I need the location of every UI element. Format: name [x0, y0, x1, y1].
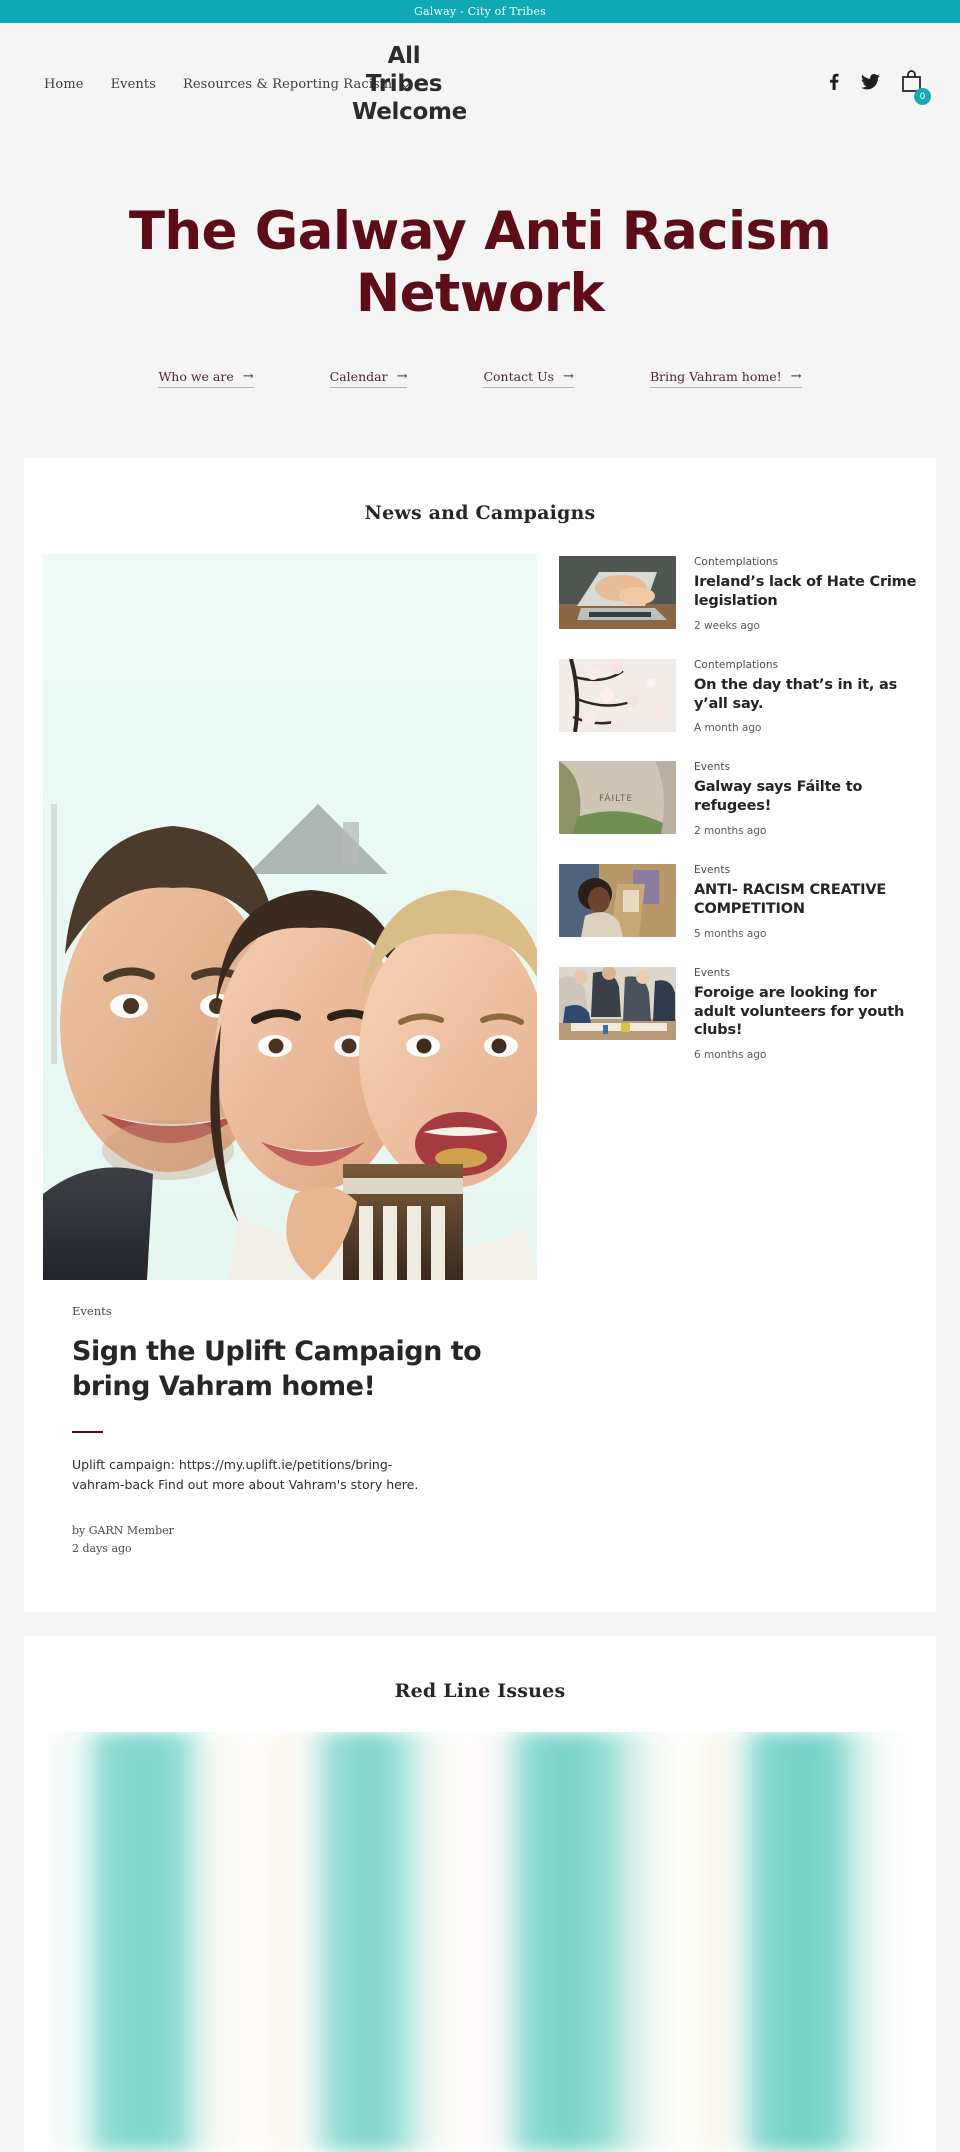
section-heading-news: News and Campaigns	[364, 502, 596, 524]
list-item-category: Events	[694, 761, 731, 774]
list-item-body: Events Galway says Fáilte to refugees! 2…	[694, 761, 917, 837]
list-item-time: A month ago	[694, 722, 762, 735]
featured-article-excerpt: Uplift campaign: https://my.uplift.ie/pe…	[72, 1457, 419, 1493]
arrow-right-icon: →	[396, 369, 408, 384]
list-item-body: Events Foroige are looking for adult vol…	[694, 967, 917, 1062]
list-item-category: Events	[694, 966, 731, 979]
gallery-cell[interactable]	[48, 1731, 264, 2152]
hero-link-contact-us-label: Contact Us	[483, 369, 555, 384]
list-item-time: 5 months ago	[694, 927, 767, 940]
list-item-time: 2 months ago	[694, 825, 767, 838]
thumbnail-image	[559, 556, 676, 629]
nav-item-events[interactable]: Events	[111, 77, 156, 92]
red-line-issues-section: Red Line Issues	[24, 1635, 936, 2152]
site-header: Home Events Resources & Reporting Racism…	[0, 23, 960, 145]
list-item-title: ANTI- RACISM CREATIVE COMPETITION	[694, 882, 887, 917]
list-item-category: Events	[694, 864, 731, 877]
nav-item-home[interactable]: Home	[44, 77, 84, 92]
featured-article: Events Sign the Uplift Campaign to bring…	[24, 1280, 936, 1558]
featured-article-image-column	[43, 554, 537, 1280]
list-item-body: Contemplations Ireland’s lack of Hate Cr…	[694, 556, 917, 632]
news-sidebar-list: Contemplations Ireland’s lack of Hate Cr…	[537, 554, 917, 1088]
title-divider	[72, 1431, 103, 1434]
hero-link-calendar[interactable]: Calendar →	[329, 369, 408, 388]
section-heading-red-line-issues: Red Line Issues	[394, 1679, 566, 1702]
list-item-title: On the day that’s in it, as y’all say.	[694, 676, 898, 712]
arrow-right-icon: →	[563, 369, 574, 384]
cart-button[interactable]: 0	[901, 70, 931, 105]
featured-article-category[interactable]: Events	[72, 1304, 892, 1318]
list-item-title: Foroige are looking for adult volunteers…	[694, 984, 905, 1039]
gallery-cell[interactable]	[696, 1731, 912, 2152]
hero-section: The Galway Anti Racism Network Who we ar…	[0, 145, 960, 458]
list-item-title: Galway says Fáilte to refugees!	[694, 779, 863, 815]
hero-quick-links: Who we are → Calendar → Contact Us → Bri…	[24, 369, 936, 388]
featured-article-time: 2 days ago	[72, 1541, 132, 1555]
list-item-category: Contemplations	[694, 556, 779, 568]
list-item[interactable]: FÁILTE Events Galway says Fáilte to refu…	[559, 761, 917, 837]
card-bottom-spacer	[24, 1558, 936, 1612]
hero-link-who-we-are[interactable]: Who we are →	[158, 369, 254, 388]
gallery-cell[interactable]	[480, 1731, 696, 2152]
list-item-time: 2 weeks ago	[694, 619, 760, 632]
news-and-campaigns-section: News and Campaigns Contemplations Irelan…	[24, 458, 936, 1612]
featured-article-title: Sign the Uplift Campaign to bring Vahram…	[72, 1336, 482, 1402]
list-item-body: Contemplations On the day that’s in it, …	[694, 659, 917, 735]
list-item[interactable]: Contemplations Ireland’s lack of Hate Cr…	[559, 556, 917, 632]
page-title: The Galway Anti Racism Network	[128, 201, 832, 324]
site-logo[interactable]: All Tribes Welcome	[352, 42, 467, 126]
thumbnail-image	[559, 966, 676, 1040]
facebook-icon[interactable]	[827, 73, 840, 95]
hero-link-bring-vahram-home-label: Bring Vahram home!	[649, 369, 782, 384]
list-item-title: Ireland’s lack of Hate Crime legislation	[694, 574, 917, 609]
announcement-text: Galway - City of Tribes	[414, 5, 546, 18]
arrow-right-icon: →	[790, 369, 802, 384]
list-item[interactable]: Events ANTI- RACISM CREATIVE COMPETITION…	[559, 864, 917, 940]
list-item-time: 6 months ago	[694, 1049, 767, 1062]
thumbnail-image: FÁILTE	[559, 761, 676, 835]
featured-article-author: by GARN Member	[72, 1523, 174, 1537]
hero-link-who-we-are-label: Who we are	[158, 369, 234, 384]
twitter-icon[interactable]	[860, 73, 880, 95]
news-grid: Contemplations Ireland’s lack of Hate Cr…	[24, 554, 936, 1280]
red-line-gallery	[48, 1731, 912, 2152]
list-item-body: Events ANTI- RACISM CREATIVE COMPETITION…	[694, 864, 917, 940]
hero-link-calendar-label: Calendar	[329, 369, 388, 384]
list-item-category: Contemplations	[694, 658, 779, 671]
hero-link-bring-vahram-home[interactable]: Bring Vahram home! →	[649, 369, 802, 388]
thumbnail-image	[559, 658, 676, 732]
arrow-right-icon: →	[242, 369, 254, 384]
featured-article-title-link[interactable]: Sign the Uplift Campaign to bring Vahram…	[72, 1335, 892, 1404]
cart-count-badge: 0	[914, 88, 931, 105]
thumbnail-image	[559, 864, 676, 938]
announcement-bar: Galway - City of Tribes	[0, 0, 960, 23]
list-item[interactable]: Contemplations On the day that’s in it, …	[559, 658, 917, 735]
list-item[interactable]: Events Foroige are looking for adult vol…	[559, 966, 917, 1062]
hero-link-contact-us[interactable]: Contact Us →	[483, 369, 574, 388]
gallery-cell[interactable]	[264, 1731, 480, 2152]
svg-text:FÁILTE: FÁILTE	[599, 792, 633, 804]
featured-article-photo[interactable]	[43, 554, 537, 1280]
header-actions: 0	[827, 70, 934, 105]
